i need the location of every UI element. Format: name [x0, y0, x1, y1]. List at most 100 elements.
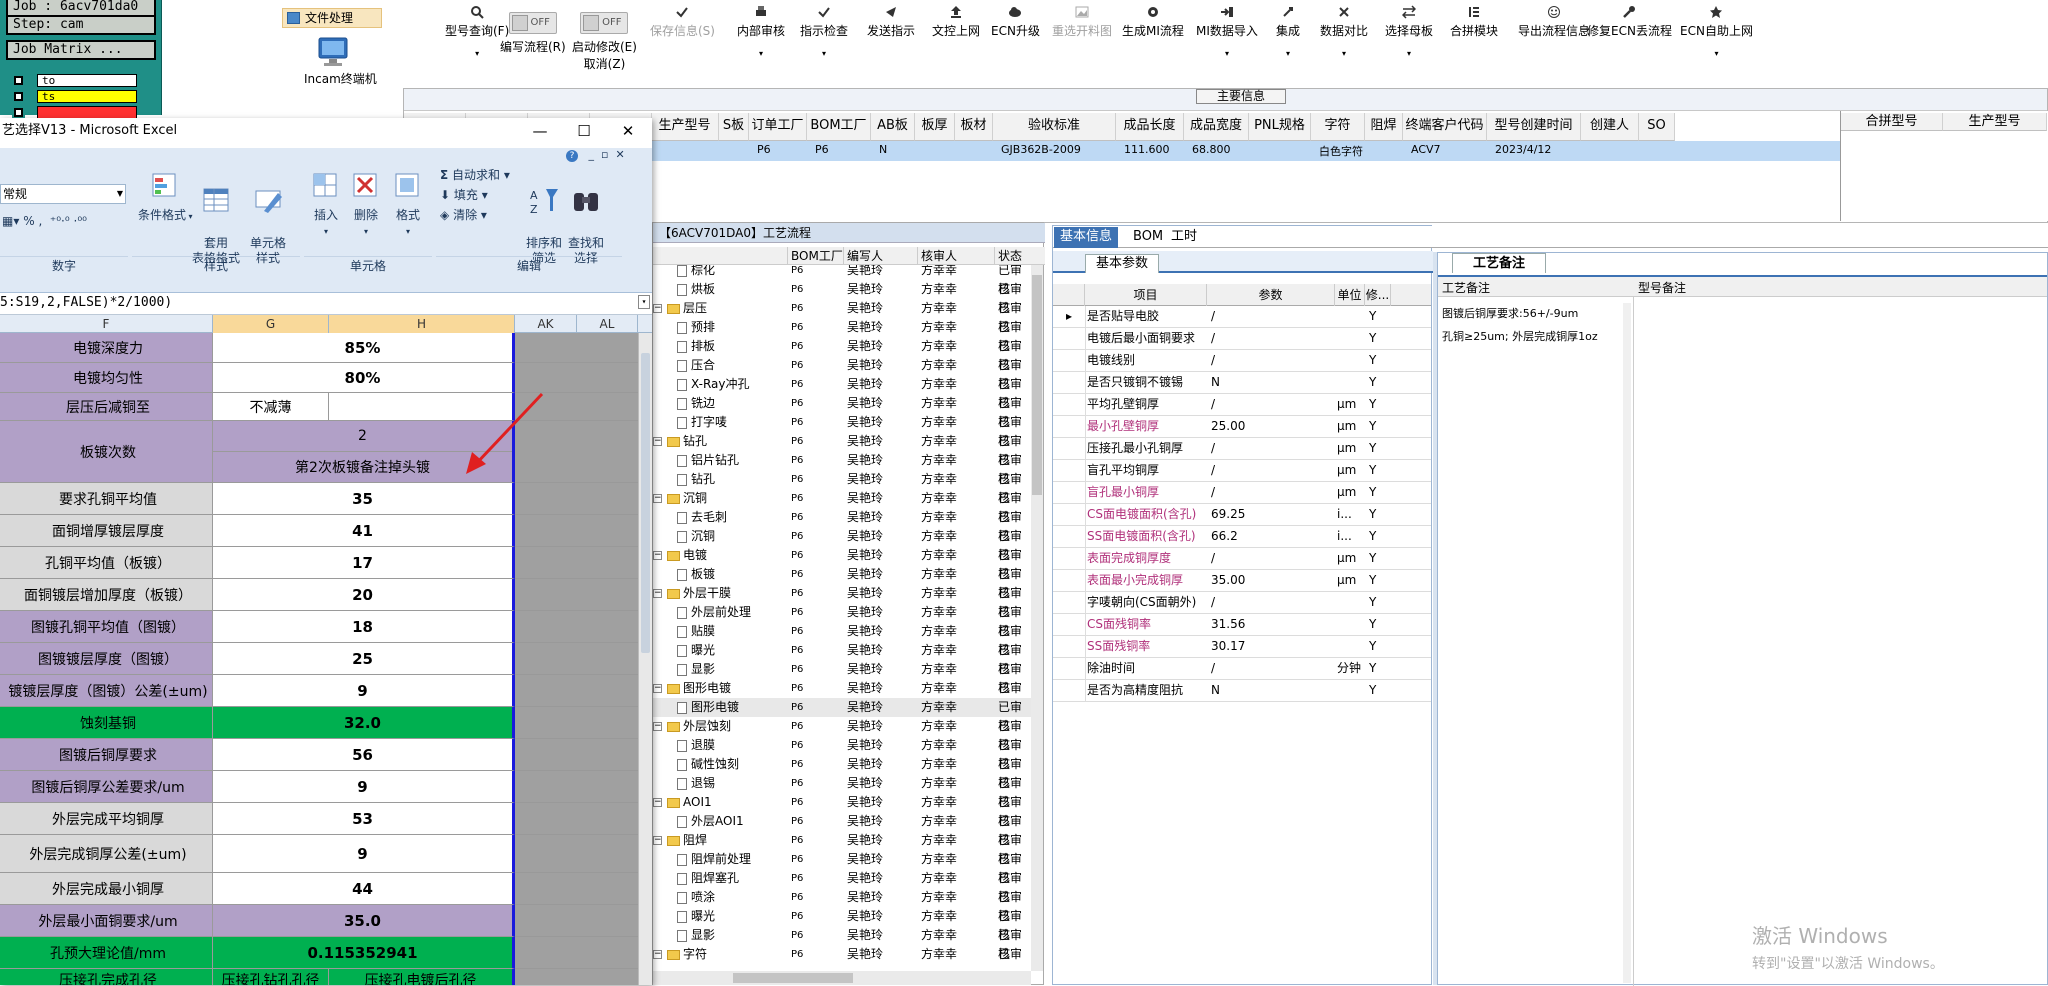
sheet-label-cell[interactable]: 镀镀层厚度（图镀）公差(±um): [0, 675, 213, 707]
delete-button[interactable]: 删除 ▾: [350, 170, 382, 237]
process-row[interactable]: 铝片钻孔 P6 吴艳玲 方幸幸 已审核: [653, 451, 1033, 486]
main-cell[interactable]: 2023/4/12: [1495, 143, 1551, 156]
basic-param-row[interactable]: 字唛朝向(CS面朝外) / Y: [1053, 592, 1431, 614]
ribbon-button-4[interactable]: 内部审核 ▾: [737, 4, 785, 59]
process-row[interactable]: 退锡 P6 吴艳玲 方幸幸 已审核: [653, 774, 1033, 809]
process-row[interactable]: 铣边 P6 吴艳玲 方幸幸 已审核: [653, 394, 1033, 429]
sheet-hidden-cell[interactable]: [515, 643, 638, 675]
notes-line[interactable]: 图镀后铜厚要求:56+/-9um: [1442, 305, 1578, 321]
sheet-value-cell[interactable]: 53: [213, 803, 515, 835]
process-row[interactable]: − 沉铜 P6 吴艳玲 方幸幸 已审核: [653, 489, 1033, 524]
process-row[interactable]: 显影 P6 吴艳玲 方幸幸 已审核: [653, 660, 1033, 695]
process-row[interactable]: −图形电镀P6吴艳玲方幸幸已审核: [653, 679, 1033, 714]
basic-param-row[interactable]: 平均孔壁铜厚 / μm Y: [1053, 394, 1431, 416]
column-header-al[interactable]: AL: [577, 315, 638, 333]
process-row[interactable]: 阻焊塞孔 P6 吴艳玲 方幸幸 已审核: [653, 869, 1033, 904]
ribbon-close-icon[interactable]: ✕: [615, 148, 624, 161]
main-col-header[interactable]: SO: [1639, 113, 1675, 141]
process-row[interactable]: − 阻焊 P6 吴艳玲 方幸幸 已审核: [653, 831, 1033, 866]
clear-button[interactable]: ◈ 清除 ▾: [440, 206, 487, 223]
sheet-value-cell[interactable]: 32.0: [213, 707, 515, 739]
ribbon-button-11[interactable]: MI数据导入 ▾: [1196, 4, 1258, 59]
process-hscroll[interactable]: [653, 971, 1031, 985]
help-icon[interactable]: ?: [566, 150, 578, 162]
process-row[interactable]: 预排 P6 吴艳玲 方幸幸 已审核: [653, 318, 1033, 353]
autosum-button[interactable]: Σ 自动求和 ▾: [440, 166, 510, 183]
ribbon-button-5[interactable]: 指示检查 ▾: [800, 4, 848, 59]
process-row[interactable]: 钻孔 P6 吴艳玲 方幸幸 已审核: [653, 470, 1033, 505]
file-processing-tab[interactable]: 文件处理: [282, 8, 382, 28]
sheet-label-cell[interactable]: 图镀后铜厚要求: [0, 739, 213, 771]
sheet-label-cell[interactable]: 外层最小面铜要求/um: [0, 905, 213, 937]
sheet-hidden-cell[interactable]: [515, 873, 638, 905]
process-vscroll[interactable]: [1031, 265, 1043, 971]
main-col-header[interactable]: 生产型号: [651, 113, 719, 141]
basic-param-row[interactable]: 表面最小完成铜厚 35.00 μm Y: [1053, 570, 1431, 592]
sheet-hidden-cell[interactable]: [515, 707, 638, 739]
process-row[interactable]: 贴膜 P6 吴艳玲 方幸幸 已审核: [653, 622, 1033, 657]
sheet-label-cell[interactable]: 外层完成最小铜厚: [0, 873, 213, 905]
tab-basic-info[interactable]: 基本信息: [1054, 227, 1119, 248]
sheet-label-cell[interactable]: 孔铜平均值（板镀）: [0, 547, 213, 579]
tab-worktime[interactable]: 工时: [1165, 227, 1203, 248]
sheet-label-cell[interactable]: 板镀次数: [0, 421, 213, 483]
sheet-value-cell[interactable]: 压接孔电镀后孔径: [329, 969, 512, 986]
basic-param-row[interactable]: CS面残铜率 31.56 Y: [1053, 614, 1431, 636]
sort-filter-button[interactable]: AZ 排序和 筛选: [526, 170, 562, 266]
process-row[interactable]: 沉铜 P6 吴艳玲 方幸幸 已审核: [653, 527, 1033, 562]
sheet-value-cell[interactable]: 85%: [213, 333, 515, 363]
sheet-value-cell[interactable]: 压接孔钻孔孔径 压接孔电镀后孔径: [213, 969, 515, 985]
basic-param-row[interactable]: 盲孔最小铜厚 / μm Y: [1053, 482, 1431, 504]
basic-param-row[interactable]: 除油时间 / 分钟 Y: [1053, 658, 1431, 680]
ribbon-button-6[interactable]: 发送指示: [867, 4, 915, 39]
process-row[interactable]: − AOI1 P6 吴艳玲 方幸幸 已审核: [653, 793, 1033, 828]
basic-param-row[interactable]: 压接孔最小孔铜厚 / μm Y: [1053, 438, 1431, 460]
main-col-header[interactable]: 成品宽度: [1184, 113, 1249, 141]
tab-bom[interactable]: BOM: [1127, 227, 1169, 248]
process-row[interactable]: 烘板 P6 吴艳玲 方幸幸 已审核: [653, 280, 1033, 315]
sheet-label-cell[interactable]: 面铜镀层增加厚度（板镀）: [0, 579, 213, 611]
sheet-label-cell[interactable]: 外层完成平均铜厚: [0, 803, 213, 835]
sheet-value-cell[interactable]: 17: [213, 547, 515, 579]
ribbon-button-3[interactable]: 保存信息(S): [650, 4, 715, 39]
process-row[interactable]: − 外层蚀刻 P6 吴艳玲 方幸幸 已审核: [653, 717, 1033, 752]
main-col-header[interactable]: PNL规格: [1249, 113, 1311, 141]
sheet-hidden-cell[interactable]: [515, 969, 638, 985]
sheet-hidden-cell[interactable]: [515, 905, 638, 937]
chevron-down-icon[interactable]: ▾: [800, 49, 848, 59]
sheet-label-cell[interactable]: 图镀孔铜平均值（图镀）: [0, 611, 213, 643]
layer-checkbox[interactable]: [12, 90, 25, 103]
excel-vscroll[interactable]: [638, 333, 652, 985]
main-col-header[interactable]: 终端客户代码: [1403, 113, 1487, 141]
main-cell[interactable]: GJB362B-2009: [1001, 143, 1081, 156]
process-row[interactable]: X-Ray冲孔 P6 吴艳玲 方幸幸 已审核: [653, 375, 1033, 410]
basic-param-row[interactable]: SS面电镀面积(含孔) 66.2 i... Y: [1053, 526, 1431, 548]
main-col-header[interactable]: 字符: [1311, 113, 1365, 141]
main-cell[interactable]: ACV7: [1411, 143, 1441, 156]
process-row[interactable]: 碱性蚀刻 P6 吴艳玲 方幸幸 已审核: [653, 755, 1033, 790]
ribbon-button-2[interactable]: OFF 启动修改(E) 取消(Z): [572, 4, 637, 72]
sheet-hidden-cell[interactable]: [515, 333, 638, 363]
sheet-hidden-cell[interactable]: [515, 739, 638, 771]
minimize-icon[interactable]: —: [528, 122, 552, 142]
process-row[interactable]: 去毛刺 P6 吴艳玲 方幸幸 已审核: [653, 508, 1033, 543]
sheet-value-cell[interactable]: 9: [213, 835, 515, 873]
basic-param-row[interactable]: ▸ 是否贴导电胶 / Y: [1053, 306, 1431, 328]
conditional-format-button[interactable]: 条件格式 ▾: [138, 170, 193, 223]
sheet-hidden-cell[interactable]: [515, 579, 638, 611]
sheet-hidden-cell[interactable]: [515, 515, 638, 547]
process-row[interactable]: − 层压 P6 吴艳玲 方幸幸 已审核: [653, 299, 1033, 334]
main-cell[interactable]: 111.600: [1124, 143, 1170, 156]
ribbon-minimize-icon[interactable]: _: [589, 148, 595, 161]
process-row[interactable]: 退膜 P6 吴艳玲 方幸幸 已审核: [653, 736, 1033, 771]
format-button[interactable]: 格式 ▾: [392, 170, 424, 237]
ribbon-button-16[interactable]: 导出流程信息: [1518, 4, 1590, 39]
layer-row-ts[interactable]: ts: [12, 89, 137, 104]
sheet-hidden-cell[interactable]: [515, 675, 638, 707]
basic-param-row[interactable]: 表面完成铜厚度 / μm Y: [1053, 548, 1431, 570]
basic-param-row[interactable]: 最小孔壁铜厚 25.00 μm Y: [1053, 416, 1431, 438]
sheet-hidden-cell[interactable]: [515, 771, 638, 803]
process-row[interactable]: 外层AOI1 P6 吴艳玲 方幸幸 已审核: [653, 812, 1033, 847]
layer-checkbox[interactable]: [12, 74, 25, 87]
process-row[interactable]: 打字唛 P6 吴艳玲 方幸幸 已审核: [653, 413, 1033, 448]
